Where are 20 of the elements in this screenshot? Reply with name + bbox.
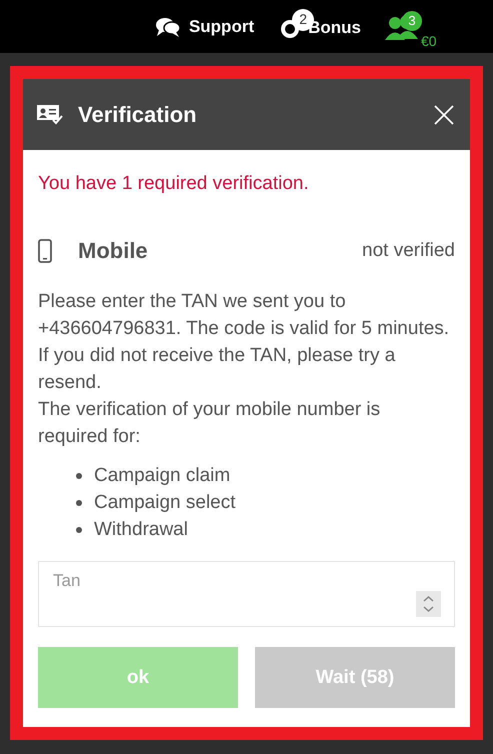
spinner-icon [416, 591, 441, 617]
verification-status: not verified [362, 239, 455, 263]
support-link[interactable]: Support [154, 14, 254, 40]
requirement-item: Campaign claim [94, 464, 230, 488]
required-verification-message: You have 1 required verification. [38, 172, 310, 196]
close-button[interactable] [432, 102, 456, 126]
tan-field[interactable]: Tan [38, 561, 455, 627]
instruction-text: The verification of your mobile number is required for: [38, 398, 382, 449]
requirement-item: Withdrawal [94, 518, 188, 542]
requirement-item: Campaign select [94, 491, 236, 515]
bullet-icon [76, 526, 82, 532]
bullet-icon [76, 472, 82, 478]
phone-icon [38, 238, 52, 262]
chat-bubbles-icon [154, 16, 181, 38]
bullet-icon [76, 500, 82, 506]
id-card-icon [37, 104, 63, 124]
close-icon [434, 104, 454, 124]
method-name: Mobile [78, 237, 148, 264]
dialog-title: Verification [78, 101, 197, 129]
instruction-text: Please enter the TAN we sent you to +436604796831. The code is valid for 5 minutes. If you did not receive the TAN, please try a resend. [38, 290, 450, 395]
